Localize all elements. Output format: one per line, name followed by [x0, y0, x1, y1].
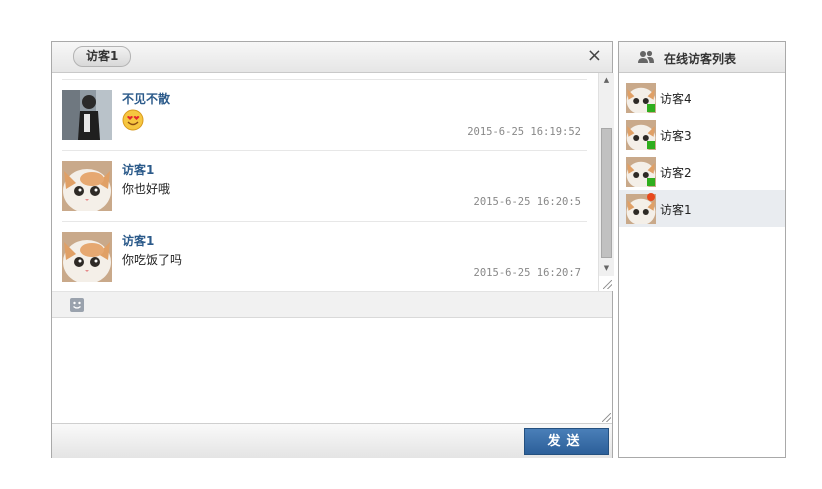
chat-footer: 发送	[52, 423, 612, 458]
message-item: 访客1 你也好哦 2015-6-25 16:20:5	[62, 150, 587, 221]
chat-tab[interactable]: 访客1	[73, 46, 132, 67]
scroll-down-arrow-icon[interactable]: ▼	[599, 261, 614, 275]
avatar	[62, 161, 112, 211]
visitor-list-header: 在线访客列表	[619, 42, 785, 73]
message-sender: 访客1	[122, 234, 155, 248]
scroll-corner	[599, 276, 614, 291]
visitor-name: 访客1	[660, 203, 692, 217]
message-scrollbar[interactable]: ▲ ▼	[598, 73, 614, 291]
editor-toolbar	[52, 291, 612, 318]
resize-grip-icon[interactable]	[602, 413, 611, 422]
avatar	[62, 90, 112, 140]
online-status-icon	[647, 104, 655, 112]
online-status-icon	[647, 141, 655, 149]
message-time: 2015-6-25 16:19:52	[467, 126, 581, 138]
message-text: 你吃饭了吗	[122, 253, 183, 267]
message-list: 不见不散 2015-6-25 16:19:52 访客1 你也好哦 2015-6-…	[52, 73, 597, 291]
emoji-button[interactable]	[70, 298, 84, 312]
visitor-item[interactable]: 访客4	[619, 79, 785, 116]
visitor-item[interactable]: 访客2	[619, 153, 785, 190]
message-item: 访客1 你吃饭了吗 2015-6-25 16:20:7	[62, 221, 587, 291]
visitor-name: 访客4	[660, 92, 692, 106]
scroll-up-arrow-icon[interactable]: ▲	[599, 73, 614, 87]
resize-grip-icon[interactable]	[603, 280, 612, 289]
close-button[interactable]: ×	[587, 46, 602, 66]
visitor-name: 访客3	[660, 129, 692, 143]
visitor-name: 访客2	[660, 166, 692, 180]
online-status-icon	[647, 178, 655, 186]
message-input[interactable]	[52, 318, 612, 423]
away-status-icon	[647, 193, 655, 201]
avatar	[62, 232, 112, 282]
message-item: 不见不散 2015-6-25 16:19:52	[62, 79, 587, 150]
message-sender: 不见不散	[122, 92, 171, 106]
visitor-item-active[interactable]: 访客1	[619, 190, 785, 227]
chat-window: 访客1 × 不见不散 2015-6-25 16:19:52 访客1 你也好哦 2…	[51, 41, 614, 458]
message-time: 2015-6-25 16:20:7	[473, 267, 581, 279]
visitor-list-title: 在线访客列表	[664, 52, 737, 66]
heart-eyes-emoji-icon	[122, 109, 144, 131]
smiley-icon	[73, 301, 81, 309]
chat-header: 访客1 ×	[52, 42, 612, 73]
scroll-thumb[interactable]	[601, 128, 612, 258]
send-button[interactable]: 发送	[524, 428, 609, 455]
users-icon	[638, 50, 654, 63]
message-sender: 访客1	[122, 163, 155, 177]
message-text: 你也好哦	[122, 182, 171, 196]
visitor-list-panel: 在线访客列表 访客4 访客3 访客2 访客1	[618, 41, 786, 458]
message-time: 2015-6-25 16:20:5	[473, 196, 581, 208]
visitor-item[interactable]: 访客3	[619, 116, 785, 153]
